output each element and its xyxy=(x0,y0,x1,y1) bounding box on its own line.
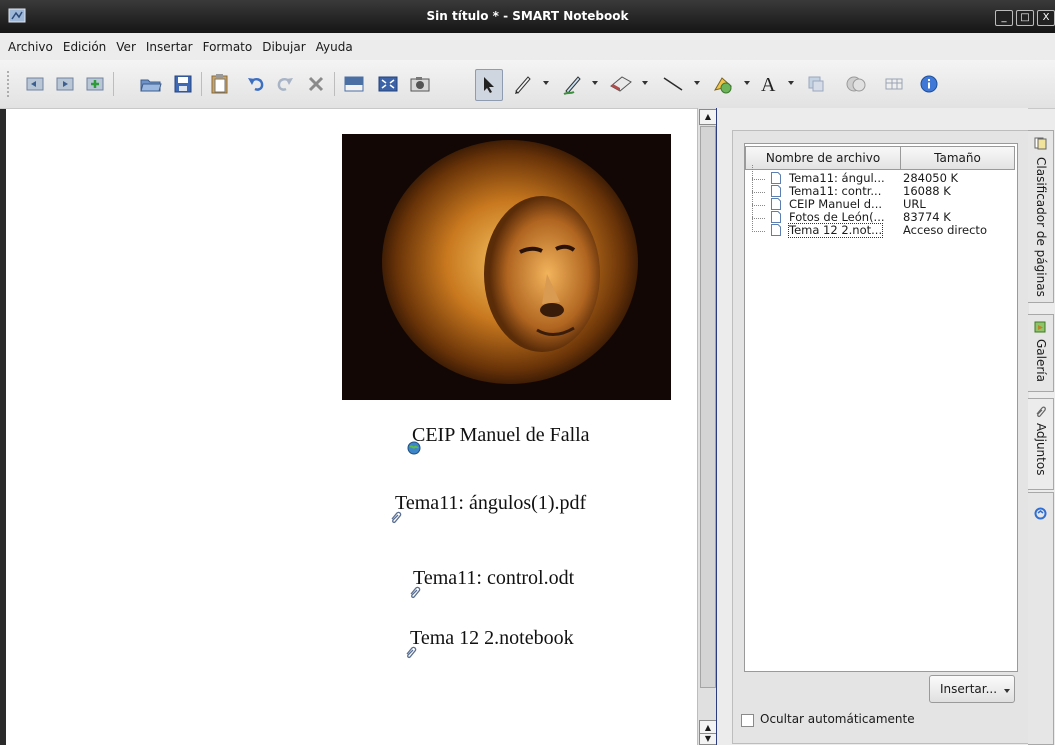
menu-insertar[interactable]: Insertar xyxy=(142,40,197,54)
column-header-size[interactable]: Tamaño xyxy=(900,146,1015,170)
fill-icon[interactable] xyxy=(803,69,829,99)
chevron-down-icon xyxy=(1004,689,1010,693)
file-icon xyxy=(771,198,781,210)
info-icon[interactable] xyxy=(916,69,942,99)
attachments-list[interactable]: Nombre de archivo Tamaño Tema11: ángul..… xyxy=(744,143,1018,672)
insert-button[interactable]: Insertar... xyxy=(929,675,1015,703)
scroll-down-icon[interactable]: ▼ xyxy=(699,733,717,745)
scrollbar-thumb[interactable] xyxy=(700,126,716,688)
toolbar-separator xyxy=(334,72,335,96)
window-title: Sin título * - SMART Notebook xyxy=(426,9,629,23)
add-page-icon[interactable] xyxy=(82,69,108,99)
file-name: Tema 12 2.not... xyxy=(787,223,884,238)
file-icon xyxy=(771,172,781,184)
page-sorter-icon xyxy=(1034,137,1047,150)
select-icon[interactable] xyxy=(475,69,503,101)
scroll-up-icon[interactable]: ▲ xyxy=(699,109,717,125)
close-button[interactable]: X xyxy=(1037,10,1055,26)
menu-ayuda[interactable]: Ayuda xyxy=(312,40,357,54)
file-size: Acceso directo xyxy=(903,223,987,237)
line-icon[interactable] xyxy=(658,69,688,99)
properties-icon[interactable] xyxy=(841,69,871,99)
line-dropdown-icon[interactable] xyxy=(694,81,700,85)
menu-dibujar[interactable]: Dibujar xyxy=(258,40,309,54)
full-screen-icon[interactable] xyxy=(374,69,402,99)
menu-bar: Archivo Edición Ver Insertar Formato Dib… xyxy=(0,33,1055,60)
eraser-icon[interactable] xyxy=(606,69,636,99)
svg-text:A: A xyxy=(761,74,776,95)
delete-icon[interactable] xyxy=(303,69,329,99)
tab-label: Galería xyxy=(1034,339,1048,382)
text-dropdown-icon[interactable] xyxy=(788,81,794,85)
screen-shade-icon[interactable] xyxy=(340,69,368,99)
file-icon xyxy=(771,211,781,223)
menu-ver[interactable]: Ver xyxy=(112,40,140,54)
redo-icon[interactable] xyxy=(272,69,298,99)
tab-page-sorter[interactable]: Clasificador de páginas xyxy=(1028,130,1054,303)
file-icon xyxy=(771,224,781,236)
toolbar-separator xyxy=(113,72,114,96)
creative-pen-dropdown-icon[interactable] xyxy=(592,81,598,85)
menu-formato[interactable]: Formato xyxy=(199,40,257,54)
link-globe-icon[interactable] xyxy=(407,441,421,455)
toolbar-grip[interactable] xyxy=(6,70,11,98)
eraser-dropdown-icon[interactable] xyxy=(642,81,648,85)
attachment-clip-icon[interactable] xyxy=(389,510,403,524)
sidebar-tabs: Clasificador de páginas Galería Adjuntos xyxy=(1028,130,1055,745)
main-toolbar: A xyxy=(0,60,1055,109)
capture-icon[interactable] xyxy=(406,69,434,99)
shape-icon[interactable] xyxy=(708,69,738,99)
gallery-icon xyxy=(1034,321,1046,333)
tab-label: Clasificador de páginas xyxy=(1034,157,1048,297)
tab-attachments[interactable]: Adjuntos xyxy=(1028,398,1054,490)
tab-gallery[interactable]: Galería xyxy=(1028,314,1054,392)
tab-label: Adjuntos xyxy=(1034,423,1048,476)
column-header-filename[interactable]: Nombre de archivo xyxy=(745,146,901,170)
page-item-text[interactable]: Tema11: ángulos(1).pdf xyxy=(395,492,586,515)
list-item[interactable]: Tema 12 2.not... Acceso directo xyxy=(745,217,1015,238)
shape-dropdown-icon[interactable] xyxy=(744,81,750,85)
insert-button-label: Insertar... xyxy=(940,682,998,696)
menu-archivo[interactable]: Archivo xyxy=(4,40,57,54)
open-file-icon[interactable] xyxy=(137,69,165,99)
file-icon xyxy=(771,185,781,197)
window-controls: _ □ X xyxy=(995,10,1055,26)
undo-icon[interactable] xyxy=(243,69,269,99)
lion-image[interactable] xyxy=(342,134,671,400)
page-item-text[interactable]: CEIP Manuel de Falla xyxy=(412,424,590,447)
attachment-clip-icon[interactable] xyxy=(404,645,418,659)
pen-icon[interactable] xyxy=(510,69,536,99)
toolbar-separator xyxy=(201,72,202,96)
paste-icon[interactable] xyxy=(207,69,233,99)
title-bar: Sin título * - SMART Notebook _ □ X xyxy=(0,0,1055,33)
minimize-button[interactable]: _ xyxy=(995,10,1013,26)
menu-edicion[interactable]: Edición xyxy=(59,40,110,54)
next-page-icon[interactable] xyxy=(52,69,78,99)
maximize-button[interactable]: □ xyxy=(1016,10,1034,26)
pen-dropdown-icon[interactable] xyxy=(543,81,549,85)
paperclip-icon xyxy=(1036,406,1046,417)
tab-extra[interactable] xyxy=(1028,492,1054,745)
autohide-checkbox[interactable] xyxy=(741,714,754,727)
tree-connector xyxy=(752,217,765,232)
autohide-label: Ocultar automáticamente xyxy=(760,712,915,726)
creative-pen-icon[interactable] xyxy=(560,69,586,99)
attachment-clip-icon[interactable] xyxy=(408,585,422,599)
refresh-icon xyxy=(1034,507,1047,520)
save-icon[interactable] xyxy=(170,69,196,99)
page-scrollbar[interactable]: ▲ ▲ ▼ xyxy=(697,108,717,745)
page-item-text[interactable]: Tema 12 2.notebook xyxy=(410,627,574,650)
page-item-text[interactable]: Tema11: control.odt xyxy=(413,567,574,590)
text-icon[interactable]: A xyxy=(756,69,782,99)
previous-page-icon[interactable] xyxy=(22,69,48,99)
table-icon[interactable] xyxy=(880,69,908,99)
